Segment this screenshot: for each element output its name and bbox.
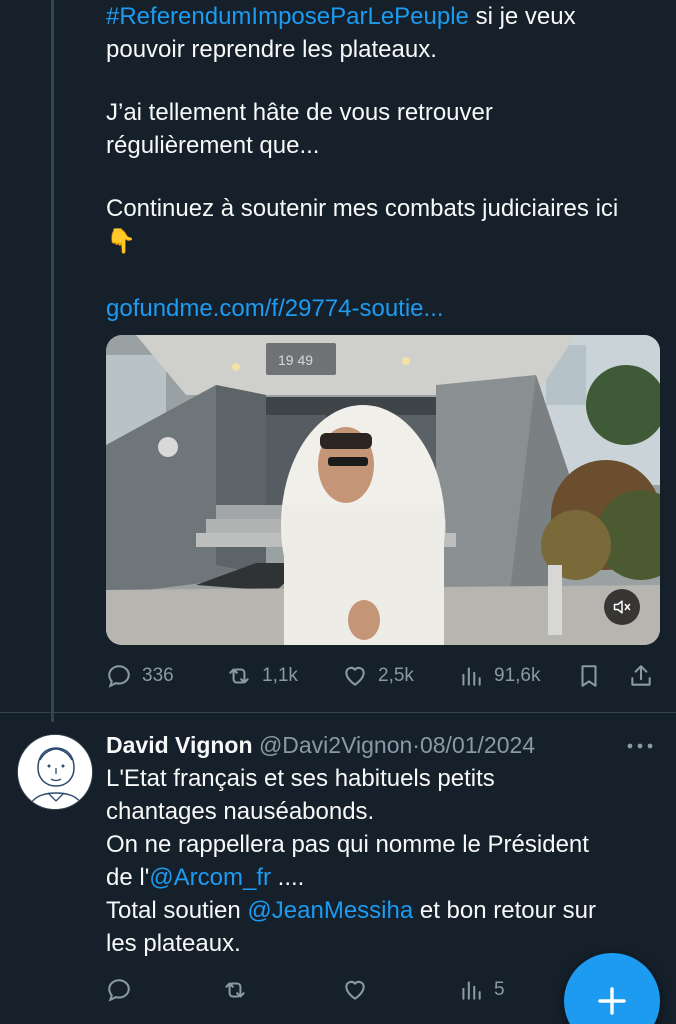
text-fragment: Total soutien xyxy=(106,897,248,924)
views-button[interactable]: 91,6k xyxy=(458,656,540,696)
view-count: 5 xyxy=(494,979,505,1000)
timeline-screen: #ReferendumImposeParLePeuple si je veux … xyxy=(0,0,676,1024)
author-handle[interactable]: @Davi2Vignon xyxy=(259,732,412,758)
pointing-down-emoji: 👇 xyxy=(106,228,136,255)
speaker-muted-icon xyxy=(613,600,631,614)
plus-icon xyxy=(598,987,626,1015)
tweet-main-line-2: pouvoir reprendre les plateaux. xyxy=(106,36,437,63)
share-button[interactable] xyxy=(628,656,654,696)
like-count: 2,5k xyxy=(378,665,414,686)
video-frame: 19 49 xyxy=(106,335,660,645)
reply-line-1: L'Etat français et ses habituels petits xyxy=(106,765,495,792)
text-fragment: de l' xyxy=(106,864,150,891)
reply-button[interactable]: 336 xyxy=(106,656,174,696)
heart-icon xyxy=(345,980,365,1000)
tweet-main[interactable]: #ReferendumImposeParLePeuple si je veux … xyxy=(106,0,666,325)
reply-button[interactable] xyxy=(106,970,132,1010)
reply-line-4: de l'@Arcom_fr .... xyxy=(106,861,646,894)
repost-button[interactable]: 1,1k xyxy=(226,656,298,696)
repost-icon xyxy=(225,982,245,998)
tweet-main-line-1: #ReferendumImposeParLePeuple si je veux xyxy=(106,0,666,33)
avatar[interactable] xyxy=(17,734,93,810)
views-button[interactable]: 5 xyxy=(458,970,505,1010)
building-number: 19 49 xyxy=(278,352,313,368)
bar-chart-icon xyxy=(462,981,481,1000)
mention-jeanmessiha[interactable]: @JeanMessiha xyxy=(247,897,413,924)
compose-button[interactable] xyxy=(564,953,660,1024)
share-icon xyxy=(631,665,651,686)
repost-count: 1,1k xyxy=(262,665,298,686)
gofundme-link[interactable]: gofundme.com/f/29774-soutie... xyxy=(106,295,444,322)
hashtag-link[interactable]: #ReferendumImposeParLePeuple xyxy=(106,3,469,30)
tweet-main-line-4: régulièrement que... xyxy=(106,132,320,159)
reply-count: 336 xyxy=(142,665,174,686)
mention-arcom[interactable]: @Arcom_fr xyxy=(149,864,271,891)
reply-icon xyxy=(108,979,130,1002)
tweet-main-actions: 336 1,1k 2,5k 91,6k xyxy=(106,656,666,696)
bar-chart-icon xyxy=(462,667,481,686)
mute-button[interactable] xyxy=(604,589,640,625)
tweet-main-line-3: J’ai tellement hâte de vous retrouver xyxy=(106,99,493,126)
like-button[interactable]: 2,5k xyxy=(342,656,414,696)
reply-line-2: chantages nauséabonds. xyxy=(106,798,375,825)
tweet-main-text: #ReferendumImposeParLePeuple si je veux … xyxy=(106,0,666,325)
thread-connector-line xyxy=(51,0,54,722)
view-count: 91,6k xyxy=(494,665,541,686)
repost-button[interactable] xyxy=(222,970,248,1010)
tweet-video[interactable]: 19 49 xyxy=(106,335,660,645)
text-fragment: .... xyxy=(271,864,305,891)
reply-line-5: Total soutien @JeanMessiha et bon retour… xyxy=(106,894,646,927)
bookmark-button[interactable] xyxy=(576,656,602,696)
tweet-divider xyxy=(0,712,676,713)
more-dots-icon xyxy=(627,743,653,749)
heart-icon xyxy=(345,666,365,686)
reply-line-6: les plateaux. xyxy=(106,930,241,957)
avatar-illustration xyxy=(18,735,92,809)
reply-icon xyxy=(108,665,130,688)
tweet-text-fragment: si je veux xyxy=(468,3,576,30)
text-fragment: et bon retour sur xyxy=(413,897,596,924)
author-name[interactable]: David Vignon xyxy=(106,732,253,758)
like-button[interactable] xyxy=(342,970,368,1010)
tweet-date[interactable]: 08/01/2024 xyxy=(420,732,535,758)
tweet-reply-header: David Vignon @Davi2Vignon·08/01/2024 xyxy=(106,730,606,760)
tweet-reply-text: L'Etat français et ses habituels petits … xyxy=(106,762,646,960)
meta-separator: · xyxy=(412,732,420,758)
more-options-button[interactable] xyxy=(620,734,660,758)
reply-line-3: On ne rappellera pas qui nomme le Présid… xyxy=(106,831,589,858)
tweet-main-line-5: Continuez à soutenir mes combats judicia… xyxy=(106,195,619,222)
repost-icon xyxy=(229,668,249,684)
bookmark-icon xyxy=(581,665,597,687)
